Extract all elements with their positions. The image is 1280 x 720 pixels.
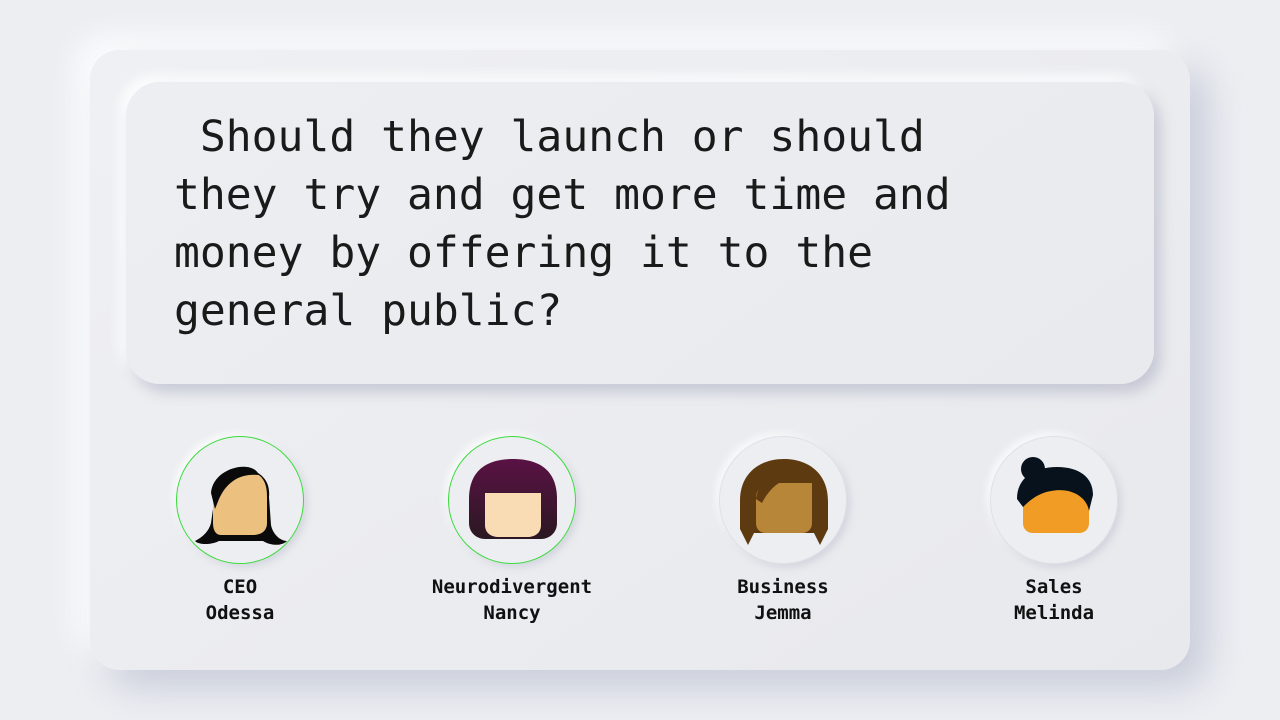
woman-hair-bun-icon [1017, 457, 1093, 533]
person-label: CEO Odessa [130, 574, 350, 626]
avatar-melinda[interactable] [990, 436, 1118, 564]
person-role: Business [737, 576, 829, 598]
person-role: Sales [1025, 576, 1083, 598]
person-name: Jemma [754, 602, 812, 624]
person-name: Nancy [483, 602, 541, 624]
person-sales-melinda[interactable]: Sales Melinda [944, 436, 1164, 626]
woman-long-hair-icon [195, 466, 287, 545]
woman-shoulder-hair-icon [740, 459, 828, 545]
person-role: CEO [222, 576, 258, 598]
person-label: Sales Melinda [944, 574, 1164, 626]
avatar-jemma[interactable] [719, 436, 847, 564]
question-text: Should they launch or should they try an… [174, 112, 951, 336]
person-business-jemma[interactable]: Business Jemma [673, 436, 893, 626]
person-role: Neurodivergent [431, 576, 593, 598]
person-name: Odessa [205, 602, 275, 624]
person-label: Business Jemma [673, 574, 893, 626]
avatar-nancy[interactable] [448, 436, 576, 564]
avatar-odessa[interactable] [176, 436, 304, 564]
person-label: Neurodivergent Nancy [402, 574, 622, 626]
person-neurodivergent-nancy[interactable]: Neurodivergent Nancy [402, 436, 622, 626]
person-name: Melinda [1013, 602, 1095, 624]
question-panel: Should they launch or should they try an… [126, 82, 1154, 384]
person-ceo-odessa[interactable]: CEO Odessa [130, 436, 350, 626]
woman-bob-hair-icon [469, 459, 557, 539]
